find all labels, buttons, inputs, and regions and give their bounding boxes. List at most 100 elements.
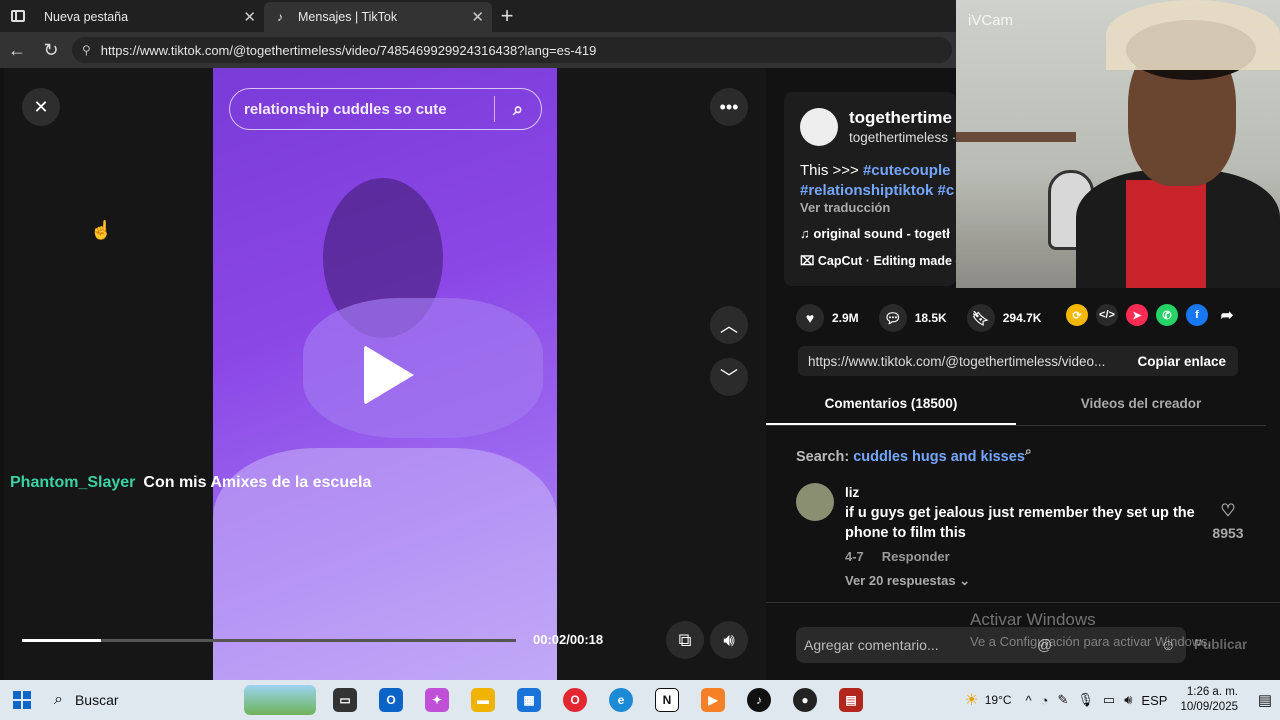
music-note-icon: ♫ xyxy=(800,226,814,241)
hashtag-link[interactable]: #c xyxy=(933,182,955,199)
notification-icon[interactable]: ▤ xyxy=(1250,691,1280,709)
capcut-label: CapCut · Editing made e xyxy=(817,254,963,268)
repost-icon[interactable]: ⟳ xyxy=(1066,304,1088,326)
media-player-icon[interactable]: ▶ xyxy=(690,680,736,720)
clock[interactable]: 1:26 a. m. 10/09/2025 xyxy=(1180,685,1238,715)
view-replies-button[interactable]: Ver 20 respuestas ⌄ xyxy=(845,573,970,589)
close-tab-icon[interactable]: ✕ xyxy=(471,8,484,26)
emoji-icon[interactable]: ☺ xyxy=(1161,637,1176,654)
whatsapp-icon[interactable]: ✆ xyxy=(1156,304,1178,326)
video-player: ✕ relationship cuddles so cute ⌕ ••• ︿ ﹀… xyxy=(4,68,766,680)
search-query: relationship cuddles so cute xyxy=(244,100,447,118)
save-button[interactable]: 🔖︎ 294.7K xyxy=(966,304,1042,332)
volume-icon[interactable]: 🔊︎ xyxy=(710,621,748,659)
video-search-bar[interactable]: relationship cuddles so cute ⌕ xyxy=(229,88,542,130)
edge-icon[interactable]: e xyxy=(598,680,644,720)
publish-button[interactable]: Publicar xyxy=(1194,637,1247,652)
chat-overlay: Phantom_Slayer Con mis Amixes de la escue… xyxy=(10,474,371,492)
capcut-icon: ⌧ xyxy=(800,254,818,268)
chevron-up-icon[interactable]: ^ xyxy=(1026,693,1032,708)
progress-fill xyxy=(22,639,102,642)
heart-icon: ♥ xyxy=(796,304,824,332)
language-indicator[interactable]: ESP xyxy=(1141,693,1167,708)
microphone-icon[interactable]: 🎙︎ xyxy=(1077,692,1094,708)
tab-tiktok-messages[interactable]: ♪ Mensajes | TikTok ✕ xyxy=(264,2,492,32)
comment-date: 4-7 xyxy=(845,549,864,564)
engagement-stats: ♥ 2.9M 💬︎ 18.5K 🔖︎ 294.7K xyxy=(796,304,1061,332)
translate-link[interactable]: Ver traducción xyxy=(800,200,890,215)
chevron-down-icon[interactable]: ﹀ xyxy=(710,358,748,396)
site-info-icon[interactable]: ⚲ xyxy=(82,43,91,57)
volume-icon[interactable]: 🔊︎ xyxy=(1124,692,1132,708)
outlook-icon[interactable]: O xyxy=(368,680,414,720)
taskbar-search[interactable]: ⌕ Buscar xyxy=(44,680,244,720)
network-icon[interactable]: ◔ xyxy=(1041,693,1049,708)
chevron-up-icon[interactable]: ︿ xyxy=(710,306,748,344)
address-bar[interactable]: ⚲ https://www.tiktok.com/@togethertimele… xyxy=(72,37,952,63)
author-avatar[interactable] xyxy=(800,108,838,146)
tab-new-tab[interactable]: Nueva pestaña ✕ xyxy=(0,2,264,80)
tab-comments[interactable]: Comentarios (18500) xyxy=(766,390,1016,425)
refresh-icon[interactable]: ↻ xyxy=(34,33,68,67)
close-icon[interactable]: ✕ xyxy=(22,88,60,126)
share-buttons: ⟳ </> ➤ ✆ f ➦ xyxy=(1066,304,1246,326)
task-view-icon[interactable]: ▭ xyxy=(322,680,368,720)
capcut-link[interactable]: ⌧ CapCut · Editing made e xyxy=(800,253,962,268)
overlay-message: Con mis Amixes de la escuela xyxy=(143,474,372,491)
avatar[interactable] xyxy=(796,483,834,521)
comment-username[interactable]: liz xyxy=(845,485,859,500)
file-explorer-icon[interactable]: ▬ xyxy=(460,680,506,720)
author-name[interactable]: togethertime xyxy=(849,108,952,128)
comment-input[interactable]: Agregar comentario... @ ☺ xyxy=(796,627,1186,663)
new-tab-button[interactable]: + xyxy=(492,1,522,31)
heart-outline-icon: ♡ xyxy=(1220,501,1236,520)
search-suggestion-label: Search: xyxy=(796,448,854,465)
facebook-icon[interactable]: f xyxy=(1186,304,1208,326)
search-icon[interactable]: ⌕ xyxy=(495,99,541,120)
music-link[interactable]: ♫ original sound - togetł xyxy=(800,226,950,241)
hashtag-link[interactable]: #relationshiptiktok xyxy=(800,182,933,199)
windows-logo-icon xyxy=(13,691,31,709)
taskbar-search-label: Buscar xyxy=(74,692,119,708)
tab-creator-videos[interactable]: Videos del creador xyxy=(1016,390,1266,425)
pen-icon[interactable]: ✎ xyxy=(1058,692,1069,708)
weather-widget[interactable]: ☀ 19°C xyxy=(964,690,1011,710)
microsoft-store-icon[interactable]: ▦ xyxy=(506,680,552,720)
author-handle[interactable]: togethertimeless · xyxy=(849,130,956,145)
share-link[interactable]: https://www.tiktok.com/@togethertimeless… xyxy=(798,354,1125,369)
start-button[interactable] xyxy=(0,680,44,720)
copilot-icon[interactable]: ✦ xyxy=(414,680,460,720)
opera-icon[interactable]: O xyxy=(552,680,598,720)
save-count: 294.7K xyxy=(1002,311,1042,325)
notion-icon[interactable]: N xyxy=(644,680,690,720)
like-button[interactable]: ♥ 2.9M xyxy=(796,304,859,332)
floating-player-icon[interactable]: ⧉ xyxy=(666,621,704,659)
send-icon[interactable]: ➤ xyxy=(1126,304,1148,326)
copy-link-button[interactable]: Copiar enlace xyxy=(1125,354,1238,369)
comment-meta: 4-7 Responder xyxy=(845,549,950,564)
search-highlight-image[interactable] xyxy=(244,685,316,715)
back-icon[interactable]: ← xyxy=(0,33,34,67)
hashtag-link[interactable]: #cutecouple xyxy=(863,162,951,179)
like-count: 2.9M xyxy=(832,311,859,325)
reply-button[interactable]: Responder xyxy=(882,549,950,564)
url-text: https://www.tiktok.com/@togethertimeless… xyxy=(100,42,597,58)
share-icon[interactable]: ➦ xyxy=(1216,304,1238,326)
more-options-icon[interactable]: ••• xyxy=(710,88,748,126)
progress-bar[interactable] xyxy=(22,639,516,642)
mention-icon[interactable]: @ xyxy=(1037,637,1052,654)
tab-actions-icon[interactable] xyxy=(0,0,36,32)
share-link-row: https://www.tiktok.com/@togethertimeless… xyxy=(798,346,1238,376)
comment-button[interactable]: 💬︎ 18.5K xyxy=(878,304,947,332)
tiktok-icon: ♪ xyxy=(277,10,283,24)
comment-like-button[interactable]: ♡ 8953 xyxy=(1208,501,1248,541)
close-tab-icon[interactable]: ✕ xyxy=(243,8,256,26)
video-editor-icon[interactable]: ▤ xyxy=(828,680,874,720)
battery-icon[interactable]: ▭ xyxy=(1103,692,1115,708)
caption: This >>> #cutecouple #relationshiptiktok… xyxy=(800,161,960,201)
play-icon[interactable] xyxy=(364,345,414,405)
game-app-icon[interactable]: ● xyxy=(782,680,828,720)
embed-icon[interactable]: </> xyxy=(1096,304,1118,326)
search-suggestion[interactable]: Search: cuddles hugs and kisses⌕ xyxy=(796,444,1032,465)
tiktok-icon[interactable]: ♪ xyxy=(736,680,782,720)
